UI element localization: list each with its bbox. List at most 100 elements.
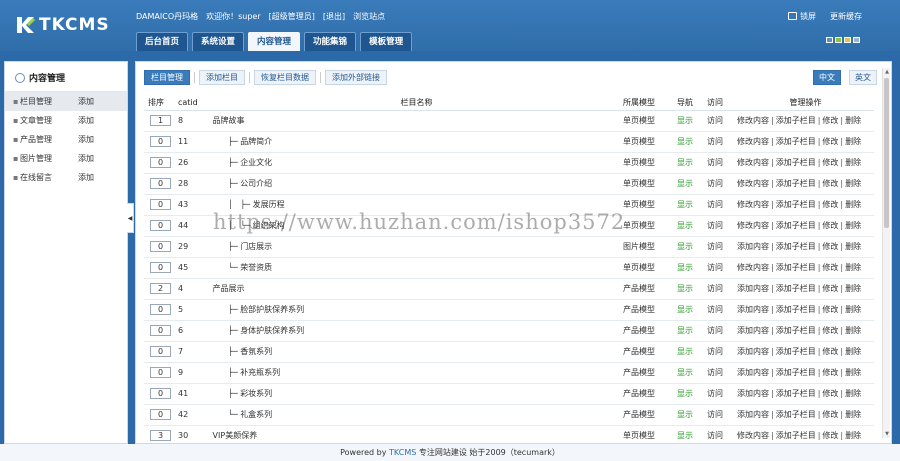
- nav-show-toggle[interactable]: 显示: [677, 278, 707, 300]
- nav-show-toggle[interactable]: 显示: [677, 299, 707, 321]
- lock-screen-button[interactable]: 锁屏: [788, 11, 816, 22]
- order-input[interactable]: 0: [150, 178, 171, 189]
- delete-link[interactable]: 删除: [845, 389, 861, 398]
- add-subcategory-link[interactable]: 添加子栏目: [776, 158, 816, 167]
- add-subcategory-link[interactable]: 添加子栏目: [776, 200, 816, 209]
- delete-link[interactable]: 删除: [845, 179, 861, 188]
- order-input[interactable]: 0: [150, 157, 171, 168]
- edit-link[interactable]: 修改: [822, 431, 838, 440]
- add-subcategory-link[interactable]: 添加子栏目: [776, 326, 816, 335]
- edit-link[interactable]: 修改: [822, 116, 838, 125]
- visit-link[interactable]: 访问: [707, 110, 737, 132]
- order-input[interactable]: 0: [150, 199, 171, 210]
- delete-link[interactable]: 删除: [845, 242, 861, 251]
- edit-content-link[interactable]: 修改内容: [737, 116, 769, 125]
- nav-show-toggle[interactable]: 显示: [677, 131, 707, 153]
- order-input[interactable]: 1: [150, 115, 171, 126]
- tab-home[interactable]: 后台首页: [136, 32, 189, 51]
- nav-show-toggle[interactable]: 显示: [677, 425, 707, 447]
- update-cache-button[interactable]: 更新缓存: [830, 11, 862, 22]
- visit-link[interactable]: 访问: [707, 341, 737, 363]
- scroll-up-arrow[interactable]: ▲: [883, 68, 891, 76]
- visit-link[interactable]: 访问: [707, 383, 737, 405]
- vertical-scrollbar[interactable]: ▲ ▼: [882, 68, 890, 438]
- order-input[interactable]: 0: [150, 409, 171, 420]
- edit-link[interactable]: 修改: [822, 326, 838, 335]
- visit-link[interactable]: 访问: [707, 131, 737, 153]
- visit-link[interactable]: 访问: [707, 236, 737, 258]
- sidebar-item[interactable]: ▪ 栏目管理 添加: [5, 92, 127, 111]
- sidebar-item-label[interactable]: 在线留言: [20, 168, 78, 187]
- edit-content-link[interactable]: 修改内容: [737, 200, 769, 209]
- sidebar-item-add-link[interactable]: 添加: [78, 111, 94, 130]
- order-input[interactable]: 0: [150, 325, 171, 336]
- order-input[interactable]: 2: [150, 283, 171, 294]
- edit-link[interactable]: 修改: [822, 200, 838, 209]
- add-subcategory-link[interactable]: 添加子栏目: [776, 263, 816, 272]
- order-input[interactable]: 0: [150, 136, 171, 147]
- add-subcategory-link[interactable]: 添加子栏目: [776, 347, 816, 356]
- edit-link[interactable]: 修改: [822, 389, 838, 398]
- add-subcategory-link[interactable]: 添加子栏目: [776, 368, 816, 377]
- nav-show-toggle[interactable]: 显示: [677, 257, 707, 279]
- edit-content-link[interactable]: 添加内容: [737, 368, 769, 377]
- visit-link[interactable]: 访问: [707, 362, 737, 384]
- add-category-button[interactable]: 添加栏目: [199, 70, 245, 85]
- edit-content-link[interactable]: 修改内容: [737, 221, 769, 230]
- sidebar-item-add-link[interactable]: 添加: [78, 130, 94, 149]
- sidebar-item-label[interactable]: 文章管理: [20, 111, 78, 130]
- role-link[interactable]: [超级管理员]: [269, 11, 315, 22]
- sidebar-item[interactable]: ▪ 文章管理 添加: [5, 111, 127, 130]
- edit-link[interactable]: 修改: [822, 284, 838, 293]
- delete-link[interactable]: 删除: [845, 284, 861, 293]
- edit-link[interactable]: 修改: [822, 368, 838, 377]
- order-input[interactable]: 0: [150, 388, 171, 399]
- sidebar-item[interactable]: ▪ 产品管理 添加: [5, 130, 127, 149]
- tab-features[interactable]: 功能集锦: [304, 32, 357, 51]
- delete-link[interactable]: 删除: [845, 158, 861, 167]
- visit-link[interactable]: 访问: [707, 194, 737, 216]
- edit-content-link[interactable]: 修改内容: [737, 137, 769, 146]
- edit-link[interactable]: 修改: [822, 410, 838, 419]
- skin-light[interactable]: [853, 37, 860, 43]
- visit-link[interactable]: 访问: [707, 404, 737, 426]
- delete-link[interactable]: 删除: [845, 137, 861, 146]
- category-manage-button[interactable]: 栏目管理: [144, 70, 190, 85]
- add-subcategory-link[interactable]: 添加子栏目: [776, 284, 816, 293]
- visit-link[interactable]: 访问: [707, 320, 737, 342]
- edit-content-link[interactable]: 添加内容: [737, 347, 769, 356]
- edit-link[interactable]: 修改: [822, 305, 838, 314]
- sidebar-item-add-link[interactable]: 添加: [78, 92, 94, 111]
- lang-chinese-button[interactable]: 中文: [813, 70, 841, 85]
- order-input[interactable]: 0: [150, 262, 171, 273]
- sidebar-collapse-handle[interactable]: ◀: [127, 203, 134, 233]
- order-input[interactable]: 0: [150, 304, 171, 315]
- nav-show-toggle[interactable]: 显示: [677, 173, 707, 195]
- add-external-link-button[interactable]: 添加外部链接: [325, 70, 387, 85]
- nav-show-toggle[interactable]: 显示: [677, 152, 707, 174]
- visit-link[interactable]: 访问: [707, 257, 737, 279]
- nav-show-toggle[interactable]: 显示: [677, 215, 707, 237]
- add-subcategory-link[interactable]: 添加子栏目: [776, 410, 816, 419]
- visit-link[interactable]: 访问: [707, 173, 737, 195]
- nav-show-toggle[interactable]: 显示: [677, 110, 707, 132]
- delete-link[interactable]: 删除: [845, 431, 861, 440]
- visit-link[interactable]: 访问: [707, 215, 737, 237]
- delete-link[interactable]: 删除: [845, 410, 861, 419]
- edit-link[interactable]: 修改: [822, 179, 838, 188]
- edit-link[interactable]: 修改: [822, 263, 838, 272]
- edit-content-link[interactable]: 添加内容: [737, 410, 769, 419]
- add-subcategory-link[interactable]: 添加子栏目: [776, 431, 816, 440]
- nav-show-toggle[interactable]: 显示: [677, 383, 707, 405]
- delete-link[interactable]: 删除: [845, 326, 861, 335]
- sidebar-item[interactable]: ▪ 在线留言 添加: [5, 168, 127, 187]
- edit-content-link[interactable]: 修改内容: [737, 431, 769, 440]
- add-subcategory-link[interactable]: 添加子栏目: [776, 137, 816, 146]
- scroll-thumb[interactable]: [884, 78, 889, 228]
- sidebar-item-add-link[interactable]: 添加: [78, 149, 94, 168]
- nav-show-toggle[interactable]: 显示: [677, 320, 707, 342]
- scroll-down-arrow[interactable]: ▼: [883, 430, 891, 438]
- nav-show-toggle[interactable]: 显示: [677, 236, 707, 258]
- edit-content-link[interactable]: 添加内容: [737, 326, 769, 335]
- delete-link[interactable]: 删除: [845, 200, 861, 209]
